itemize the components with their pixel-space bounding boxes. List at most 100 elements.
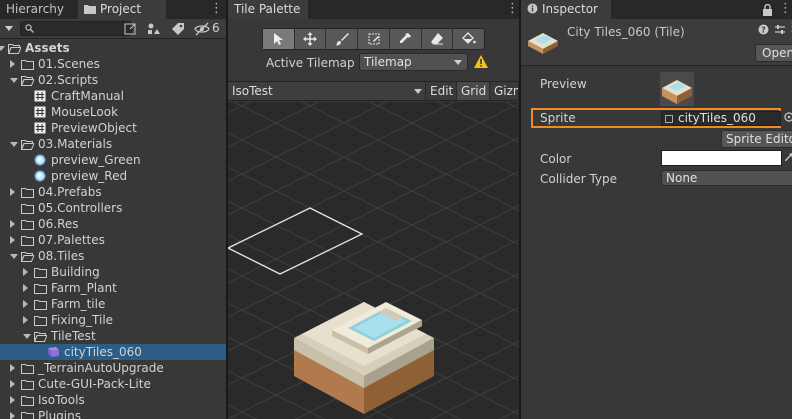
tree-item[interactable]: Assets <box>0 40 226 56</box>
gizmos-label: Gizmos <box>494 84 518 98</box>
tree-item[interactable]: _TerrainAutoUpgrade <box>0 360 226 376</box>
object-picker-icon[interactable] <box>784 112 792 122</box>
chevron-right-icon[interactable] <box>10 412 15 419</box>
tree-item[interactable]: 03.Materials <box>0 136 226 152</box>
tree-item[interactable]: Farm_Plant <box>0 280 226 296</box>
eraser-tool-button[interactable] <box>422 29 454 49</box>
chevron-right-icon[interactable] <box>10 220 15 228</box>
chevron-down-icon[interactable] <box>10 254 18 259</box>
sprite-editor-button[interactable]: Sprite Editor <box>721 130 792 148</box>
collider-type-dropdown[interactable]: None <box>661 170 792 186</box>
palette-canvas[interactable] <box>228 102 519 419</box>
chevron-down-icon[interactable] <box>10 78 18 83</box>
chevron-right-icon[interactable] <box>10 380 15 388</box>
tree-item-label: Plugins <box>38 409 81 419</box>
chevron-right-icon[interactable] <box>10 396 15 404</box>
tree-item-label: cityTiles_060 <box>64 345 142 359</box>
folder-icon <box>84 1 96 19</box>
create-dropdown-icon[interactable] <box>5 26 13 31</box>
edit-label: Edit <box>430 84 454 98</box>
tree-item[interactable]: CraftManual <box>0 88 226 104</box>
color-field[interactable] <box>661 150 782 166</box>
sprite-value: cityTiles_060 <box>678 111 756 125</box>
paint-tool-button[interactable] <box>326 29 359 49</box>
sprite-field[interactable]: cityTiles_060 <box>661 111 781 126</box>
select-tool-button[interactable] <box>263 29 295 49</box>
tree-item-label: Building <box>51 265 100 279</box>
help-icon[interactable]: ? <box>758 24 769 35</box>
tree-item-label: 01.Scenes <box>38 57 100 71</box>
chevron-right-icon[interactable] <box>10 236 15 244</box>
tree-item[interactable]: 01.Scenes <box>0 56 226 72</box>
tree-item[interactable]: IsoTools <box>0 392 226 408</box>
warning-icon[interactable] <box>474 55 488 68</box>
picker-tool-button[interactable] <box>390 29 422 49</box>
select-icon <box>274 33 284 45</box>
grid-toggle[interactable]: Grid <box>457 82 490 100</box>
lock-icon[interactable] <box>762 4 773 16</box>
tree-item[interactable]: Fixing_Tile <box>0 312 226 328</box>
tab-inspector[interactable]: Inspector <box>521 0 611 19</box>
tree-item[interactable]: PreviewObject <box>0 120 226 136</box>
chevron-right-icon[interactable] <box>23 284 28 292</box>
inspector-header: City Tiles_060 (Tile) ? ⋮ Open <box>521 19 792 66</box>
color-label: Color <box>540 152 572 166</box>
hidden-packages-icon[interactable] <box>194 21 210 37</box>
tree-item[interactable]: 07.Palettes <box>0 232 226 248</box>
eyedropper-icon[interactable] <box>784 153 792 163</box>
tree-item[interactable]: Farm_tile <box>0 296 226 312</box>
tree-item[interactable]: Plugins <box>0 408 226 419</box>
tree-item[interactable]: 06.Res <box>0 216 226 232</box>
box-fill-icon <box>368 33 380 45</box>
search-input[interactable] <box>20 21 132 36</box>
active-tilemap-dropdown[interactable]: Tilemap <box>359 53 468 71</box>
preview-label: Preview <box>540 77 587 91</box>
gizmos-toggle[interactable]: Gizmos <box>490 82 519 100</box>
chevron-down-icon[interactable] <box>10 142 18 147</box>
tree-item[interactable]: 08.Tiles <box>0 248 226 264</box>
tree-item[interactable]: Cute-GUI-Pack-Lite <box>0 376 226 392</box>
chevron-down-icon[interactable] <box>0 46 5 51</box>
more-options-icon[interactable]: ⋮ <box>210 0 223 19</box>
chevron-right-icon[interactable] <box>23 268 28 276</box>
tree-item[interactable]: cityTiles_060 <box>0 344 226 360</box>
chevron-right-icon[interactable] <box>10 364 15 372</box>
chevron-right-icon[interactable] <box>10 188 15 196</box>
tree-item-label: _TerrainAutoUpgrade <box>38 361 164 375</box>
tree-item[interactable]: 02.Scripts <box>0 72 226 88</box>
chevron-right-icon[interactable] <box>10 60 15 68</box>
tree-item[interactable]: TileTest <box>0 328 226 344</box>
flood-fill-tool-button[interactable] <box>453 29 484 49</box>
tree-item[interactable]: 05.Controllers <box>0 200 226 216</box>
sprite-preview[interactable] <box>660 72 694 106</box>
tab-tile-palette[interactable]: Tile Palette <box>228 0 308 19</box>
tab-hierarchy[interactable]: Hierarchy <box>0 0 76 19</box>
chevron-down-icon[interactable] <box>23 334 31 339</box>
tree-item[interactable]: 04.Prefabs <box>0 184 226 200</box>
filter-label-icon[interactable] <box>170 21 186 37</box>
more-options-icon[interactable]: ⋮ <box>779 0 792 19</box>
tile-palette-panel: Tile Palette ⋮ Active Tilemap Tilemap Is… <box>228 0 519 419</box>
tab-project[interactable]: Project <box>78 0 166 19</box>
tree-item[interactable]: preview_Red <box>0 168 226 184</box>
filter-type-icon[interactable] <box>145 21 161 37</box>
preset-icon[interactable] <box>774 24 786 35</box>
chevron-right-icon[interactable] <box>23 316 28 324</box>
tree-item[interactable]: preview_Green <box>0 152 226 168</box>
project-toolbar: 6 <box>0 19 226 39</box>
tile-palette-tabbar: Tile Palette ⋮ <box>228 0 519 19</box>
more-options-icon[interactable]: ⋮ <box>506 0 519 19</box>
search-scope-icon[interactable] <box>123 21 139 37</box>
tree-item[interactable]: Building <box>0 264 226 280</box>
edit-button[interactable]: Edit <box>426 82 457 100</box>
chevron-right-icon[interactable] <box>23 300 28 308</box>
box-fill-tool-button[interactable] <box>358 29 390 49</box>
tree-item-label: 06.Res <box>38 217 79 231</box>
move-tool-button[interactable] <box>295 29 327 49</box>
component-menu-icon[interactable]: ⋮ <box>786 19 792 38</box>
open-button[interactable]: Open <box>755 44 792 62</box>
palette-dropdown[interactable]: IsoTest <box>228 82 426 100</box>
tree-item[interactable]: MouseLook <box>0 104 226 120</box>
picker-icon <box>400 33 412 43</box>
tab-inspector-label: Inspector <box>542 2 598 16</box>
